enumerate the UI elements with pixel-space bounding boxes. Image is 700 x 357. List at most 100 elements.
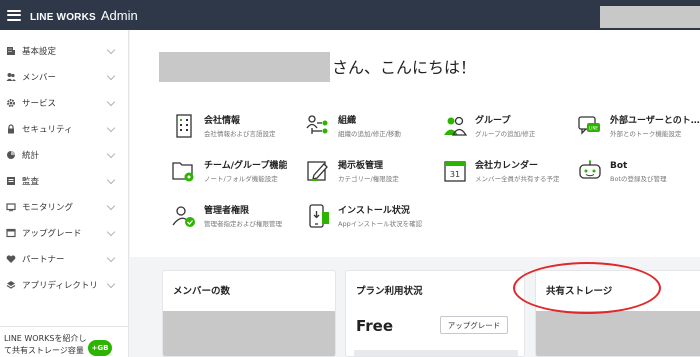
sidebar-item-security[interactable]: セキュリティ (0, 116, 128, 142)
app-admin-permissions[interactable]: 管理者権限 管理者指定および権限管理 (172, 203, 302, 229)
gear-icon (6, 98, 16, 108)
app-description: グループの追加/修正 (475, 130, 536, 138)
app-description: Appインストール状況を確認 (338, 220, 423, 228)
app-bot[interactable]: Bot Botの登録及び管理 (578, 158, 700, 184)
user-name-redacted (159, 52, 330, 82)
app-title: グループ (475, 116, 511, 126)
pie-chart-icon (6, 150, 16, 160)
app-title: 組織 (338, 116, 357, 126)
sidebar-item-label: アップグレード (22, 229, 82, 239)
chevron-down-icon (106, 175, 116, 184)
app-description: 組織の追加/修正/移動 (338, 130, 401, 138)
sidebar-item-label: サービス (22, 99, 57, 109)
sidebar-item-label: パートナー (22, 255, 65, 265)
external-chat-icon: LINE (578, 113, 602, 139)
partner-icon (6, 254, 16, 264)
admin-user-icon (172, 203, 196, 229)
svg-text:LINE: LINE (589, 126, 598, 131)
chevron-down-icon (106, 97, 116, 106)
app-team-group-features[interactable]: チーム/グループ機能 ノート/フォルダ機能設定 (172, 158, 302, 184)
sidebar-item-partner[interactable]: パートナー (0, 246, 128, 272)
chevron-down-icon (106, 149, 116, 158)
app-title: Bot (610, 161, 628, 171)
app-organization[interactable]: 組織 組織の追加/修正/移動 (306, 113, 431, 139)
app-title: 管理者権限 (204, 206, 250, 216)
app-description: ノート/フォルダ機能設定 (204, 175, 278, 183)
app-install-status[interactable]: インストール状況 Appインストール状況を確認 (306, 203, 436, 229)
sidebar-item-monitoring[interactable]: モニタリング (0, 194, 128, 220)
member-count-redacted (163, 311, 335, 356)
app-company-info[interactable]: 会社情報 会社情報および言語設定 (172, 113, 297, 139)
sidebar-item-label: 基本設定 (22, 47, 57, 57)
member-count-card[interactable]: メンバーの数 (162, 270, 336, 357)
sidebar-item-label: 監査 (22, 177, 40, 187)
app-title: 外部ユーザーとのト… (610, 116, 700, 126)
calendar-day-number: 31 (450, 170, 460, 179)
layers-icon (6, 280, 16, 290)
greeting-text: さん、こんにちは！ (332, 58, 477, 77)
upgrade-icon (6, 228, 16, 238)
plan-usage-card[interactable]: プラン利用状況 Free アップグレード (345, 270, 525, 357)
chevron-down-icon (106, 279, 116, 288)
lock-icon (6, 124, 16, 134)
sidebar-item-statistics[interactable]: 統計 (0, 142, 128, 168)
user-info-redacted[interactable] (600, 6, 700, 28)
app-external-chat[interactable]: LINE 外部ユーザーとのト… 外部とのトーク機能設定 (578, 113, 700, 139)
mobile-install-icon (306, 203, 330, 229)
audit-icon (6, 176, 16, 186)
welcome-panel: さん、こんにちは！ 会社情報 会社情報および言語設定 組織 組織の追加/修正/移… (130, 30, 700, 257)
chevron-down-icon (106, 123, 116, 132)
top-bar: LINE WORKS Admin (0, 0, 700, 30)
app-board-management[interactable]: 掲示板管理 カテゴリー/権限設定 (306, 158, 431, 184)
referral-promo[interactable]: LINE WORKSを紹介し て共有ストレージ容量 +GB (0, 326, 129, 357)
sidebar-item-upgrade[interactable]: アップグレード (0, 220, 128, 246)
sidebar-item-label: アプリディレクトリ (22, 281, 98, 291)
chevron-down-icon (106, 253, 116, 262)
app-title: 会社カレンダー (475, 161, 539, 171)
app-title: チーム/グループ機能 (204, 161, 288, 171)
building-icon (6, 46, 16, 56)
members-icon (6, 72, 16, 82)
sidebar-item-app-directory[interactable]: アプリディレクトリ (0, 272, 128, 298)
card-title: プラン利用状況 (356, 286, 423, 297)
upgrade-button[interactable]: アップグレード (440, 316, 508, 334)
bot-icon (578, 158, 602, 184)
brand[interactable]: LINE WORKS Admin (30, 8, 138, 23)
sidebar-item-services[interactable]: サービス (0, 90, 128, 116)
sidebar-item-label: セキュリティ (22, 125, 73, 135)
sidebar-item-audit[interactable]: 監査 (0, 168, 128, 194)
monitor-icon (6, 202, 16, 212)
app-description: 管理者指定および権限管理 (204, 220, 282, 228)
app-group[interactable]: グループ グループの追加/修正 (443, 113, 568, 139)
sidebar-item-members[interactable]: メンバー (0, 64, 128, 90)
company-icon (172, 113, 196, 139)
brand-product-name: Admin (100, 7, 138, 23)
card-title: メンバーの数 (173, 286, 231, 297)
hamburger-menu-icon[interactable] (7, 9, 21, 21)
sidebar-item-label: メンバー (22, 73, 57, 83)
sidebar-item-label: モニタリング (22, 203, 74, 213)
app-description: 会社情報および言語設定 (204, 130, 276, 138)
plan-name: Free (356, 317, 394, 335)
storage-bonus-badge: +GB (88, 340, 112, 356)
app-description: カテゴリー/権限設定 (338, 175, 399, 183)
app-title: 会社情報 (204, 116, 241, 126)
folder-settings-icon (172, 158, 196, 184)
plan-usage-bar (354, 350, 518, 356)
app-company-calendar[interactable]: 31 会社カレンダー メンバー全員が共有する予定 (443, 158, 573, 184)
brand-logo: LINE WORKS (30, 11, 96, 23)
storage-usage-redacted (536, 311, 700, 356)
chevron-down-icon (106, 201, 116, 210)
calendar-icon: 31 (443, 158, 467, 184)
chevron-down-icon (106, 45, 116, 54)
group-icon (443, 113, 467, 139)
sidebar-item-basic-settings[interactable]: 基本設定 (0, 38, 128, 64)
app-description: Botの登録及び管理 (610, 175, 667, 183)
chevron-down-icon (106, 227, 116, 236)
organization-icon (306, 113, 330, 139)
sidebar-item-label: 統計 (22, 151, 40, 161)
annotation-highlight-oval (513, 262, 661, 314)
app-description: 外部とのトーク機能設定 (610, 130, 682, 138)
app-title: インストール状況 (338, 206, 410, 216)
sidebar: 基本設定 メンバー サービス セキュリティ 統計 監査 モニタリング アップグレ… (0, 30, 129, 357)
